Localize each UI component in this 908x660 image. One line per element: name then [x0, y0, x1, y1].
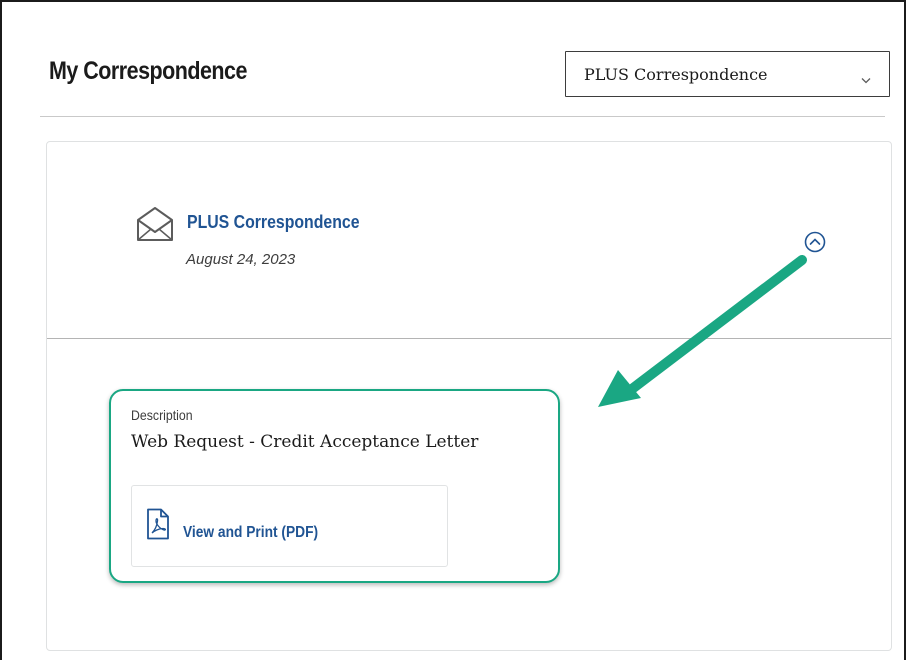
chevron-up-circle-icon[interactable]	[803, 230, 827, 254]
chevron-down-icon	[861, 71, 871, 89]
description-label: Description	[131, 407, 193, 423]
view-print-pdf-button[interactable]: View and Print (PDF)	[131, 485, 448, 567]
card-divider	[47, 338, 891, 339]
description-value: Web Request - Credit Acceptance Letter	[131, 432, 479, 452]
correspondence-card: PLUS Correspondence August 24, 2023 Desc…	[46, 141, 892, 651]
envelope-open-icon	[135, 205, 175, 243]
correspondence-title-link[interactable]: PLUS Correspondence	[187, 212, 360, 233]
correspondence-filter-select[interactable]: PLUS Correspondence	[565, 51, 890, 97]
pdf-file-icon	[146, 508, 170, 540]
header-divider	[40, 116, 885, 117]
page-title: My Correspondence	[49, 57, 247, 85]
correspondence-date: August 24, 2023	[186, 251, 296, 268]
view-print-pdf-label: View and Print (PDF)	[183, 524, 319, 541]
filter-selected-value: PLUS Correspondence	[584, 65, 768, 84]
